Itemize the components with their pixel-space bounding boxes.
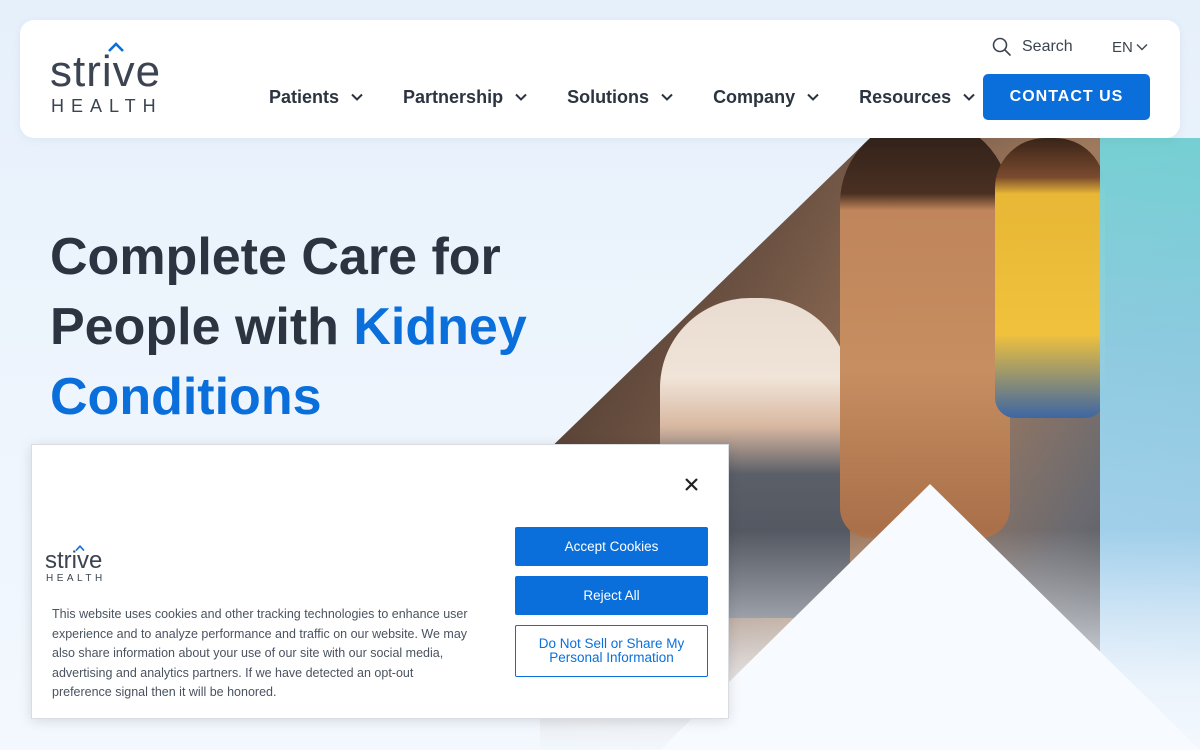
logo-subtitle: HEALTH	[46, 573, 106, 584]
logo-subtitle: HEALTH	[51, 96, 163, 116]
do-not-sell-button[interactable]: Do Not Sell or Share My Personal Informa…	[515, 625, 708, 677]
hero-heading: Complete Care for People with Kidney Con…	[50, 222, 570, 432]
nav-item-label: Resources	[859, 86, 952, 107]
cookie-banner-logo: strive HEALTH	[45, 545, 115, 587]
nav-item-resources[interactable]: Resources	[859, 87, 975, 108]
search-icon	[992, 37, 1011, 56]
nav-item-label: Solutions	[567, 86, 650, 107]
nav-item-partnership[interactable]: Partnership	[403, 87, 527, 108]
nav-item-label: Company	[713, 86, 796, 107]
chevron-down-icon	[661, 93, 673, 101]
close-icon	[684, 477, 698, 491]
accept-cookies-button[interactable]: Accept Cookies	[515, 527, 708, 566]
chevron-down-icon	[515, 93, 527, 101]
chevron-down-icon	[807, 93, 819, 101]
nav-item-company[interactable]: Company	[713, 87, 819, 108]
cookie-close-button[interactable]	[680, 473, 702, 495]
logo-wordmark: strive	[50, 47, 162, 96]
chevron-down-icon	[1136, 44, 1148, 51]
nav-item-patients[interactable]: Patients	[269, 87, 363, 108]
main-nav: Patients Partnership Solutions Company R…	[269, 85, 975, 109]
nav-item-label: Patients	[269, 86, 340, 107]
child-figure	[995, 138, 1105, 418]
strive-health-logo[interactable]: strive HEALTH	[50, 42, 180, 118]
language-selector[interactable]: EN	[1112, 36, 1148, 58]
reject-all-button[interactable]: Reject All	[515, 576, 708, 615]
nav-item-label: Partnership	[403, 86, 504, 107]
woman-figure	[840, 138, 1010, 538]
search-link[interactable]: Search	[992, 36, 1073, 58]
site-header: strive HEALTH Search EN Patients Partner…	[20, 20, 1180, 138]
contact-us-button[interactable]: CONTACT US	[983, 74, 1150, 120]
language-label: EN	[1112, 38, 1133, 56]
logo-wordmark: strive	[45, 547, 103, 574]
search-label: Search	[1022, 38, 1073, 55]
cookie-consent-banner: strive HEALTH This website uses cookies …	[31, 444, 729, 719]
chevron-down-icon	[351, 93, 363, 101]
chevron-down-icon	[963, 93, 975, 101]
cookie-policy-text: This website uses cookies and other trac…	[52, 607, 468, 699]
nav-item-solutions[interactable]: Solutions	[567, 87, 673, 108]
